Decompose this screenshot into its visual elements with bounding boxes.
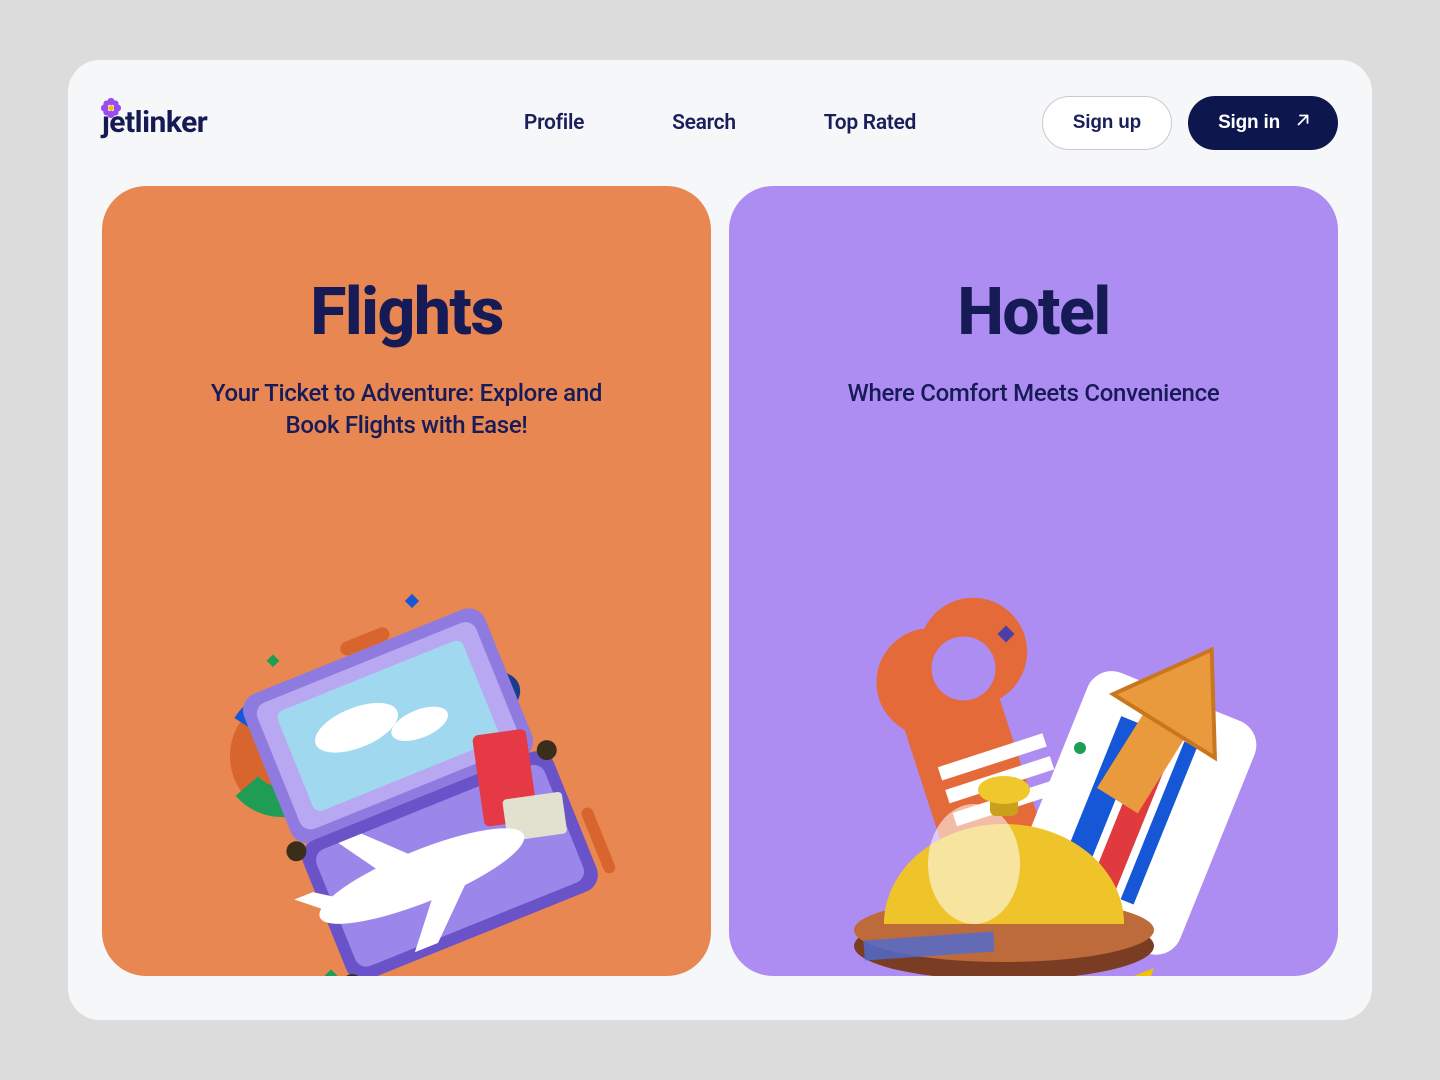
header: jetlinker Profile Search Top Rated Sign …	[102, 88, 1338, 158]
card-flights-title: Flights	[310, 274, 503, 351]
nav-profile[interactable]: Profile	[524, 111, 584, 135]
card-hotel-title: Hotel	[957, 274, 1109, 351]
auth-actions: Sign up Sign in	[1042, 96, 1338, 150]
service-bell-illustration	[804, 576, 1264, 976]
card-flights-subtitle: Your Ticket to Adventure: Explore and Bo…	[192, 377, 622, 442]
app-frame: jetlinker Profile Search Top Rated Sign …	[68, 60, 1372, 1020]
sign-in-button[interactable]: Sign in	[1188, 96, 1338, 150]
flower-icon	[100, 92, 122, 127]
card-flights[interactable]: Flights Your Ticket to Adventure: Explor…	[102, 186, 711, 976]
brand-logo[interactable]: jetlinker	[102, 108, 207, 138]
card-hotel[interactable]: Hotel Where Comfort Meets Convenience	[729, 186, 1338, 976]
nav-top-rated[interactable]: Top Rated	[824, 111, 916, 135]
category-cards: Flights Your Ticket to Adventure: Explor…	[102, 186, 1338, 976]
sign-up-button[interactable]: Sign up	[1042, 96, 1172, 150]
nav-search[interactable]: Search	[672, 111, 736, 135]
card-hotel-subtitle: Where Comfort Meets Convenience	[848, 377, 1220, 409]
arrow-up-right-icon	[1294, 111, 1312, 135]
suitcase-airplane-illustration	[177, 576, 637, 976]
main-nav: Profile Search Top Rated	[524, 111, 916, 135]
sign-in-label: Sign in	[1218, 112, 1280, 134]
